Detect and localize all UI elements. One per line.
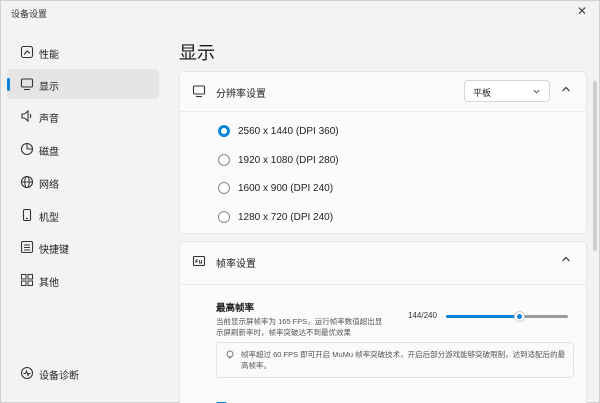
sidebar-item-label: 快捷键 (39, 245, 69, 256)
sidebar-item-label: 声音 (39, 114, 59, 125)
sidebar-item-other[interactable]: 其他 (7, 265, 159, 295)
phone-icon (20, 208, 34, 222)
sidebar-item-performance[interactable]: 性能 (7, 37, 159, 67)
page-title: 显示 (179, 43, 215, 63)
sidebar-item-disk[interactable]: 磁盘 (7, 134, 159, 164)
window-title: 设备设置 (11, 9, 48, 19)
close-icon[interactable]: ✕ (575, 4, 589, 18)
sidebar-item-label: 性能 (39, 50, 59, 61)
sidebar-item-label: 机型 (39, 213, 59, 224)
scrollbar[interactable] (593, 81, 597, 251)
globe-icon (20, 175, 34, 189)
disk-icon (20, 142, 34, 156)
resolution-option-label: 2560 x 1440 (DPI 360) (238, 125, 339, 137)
sidebar-item-label: 其他 (39, 278, 59, 289)
resolution-card: 分辨率设置 平板 2560 x 1440 (DPI 360) 1920 x 10… (179, 71, 587, 234)
radio-button[interactable] (218, 182, 230, 194)
slider-thumb[interactable] (514, 311, 525, 322)
sidebar-item-label: 设备诊断 (39, 371, 79, 382)
settings-window: 设备设置 ✕ 性能 显示 声音 磁盘 网络 机型 快捷键 其他 设备诊断 显示 … (0, 0, 600, 403)
sidebar-item-label: 网络 (39, 180, 59, 191)
radio-button[interactable] (218, 125, 230, 137)
grid-icon (20, 273, 34, 287)
performance-icon (20, 45, 34, 59)
sidebar-item-display[interactable]: 显示 (7, 69, 159, 99)
keyboard-icon (20, 240, 34, 254)
device-mode-select[interactable]: 平板 (464, 80, 550, 102)
resolution-option-label: 1600 x 900 (DPI 240) (238, 182, 334, 194)
diagnostics-icon (20, 366, 34, 380)
sidebar-item-sound[interactable]: 声音 (7, 101, 159, 131)
resolution-option-3[interactable]: 1600 x 900 (DPI 240) (218, 180, 333, 196)
max-framerate-description: 当前显示屏帧率为 165 FPS，运行帧率数值超出显示屏刷新率时，帧率突破达不到… (216, 317, 383, 337)
display-icon (20, 77, 34, 91)
chevron-down-icon (532, 87, 541, 96)
title-bar: 设备设置 ✕ (1, 1, 599, 23)
sidebar-item-diagnostics[interactable]: 设备诊断 (7, 358, 159, 388)
framerate-label: 帧率设置 (216, 259, 256, 270)
speaker-icon (20, 109, 34, 123)
main-content: 显示 分辨率设置 平板 2560 x 1440 (DPI 360) 1920 x… (165, 23, 587, 403)
radio-button[interactable] (218, 211, 230, 223)
sidebar: 性能 显示 声音 磁盘 网络 机型 快捷键 其他 设备诊断 (1, 37, 163, 402)
sidebar-item-device-model[interactable]: 机型 (7, 200, 159, 230)
fps-icon (192, 254, 206, 268)
sidebar-item-label: 磁盘 (39, 147, 59, 158)
max-framerate-title: 最高帧率 (216, 303, 255, 314)
monitor-icon (192, 84, 206, 98)
sidebar-item-label: 显示 (39, 82, 59, 93)
resolution-option-1[interactable]: 2560 x 1440 (DPI 360) (218, 123, 339, 139)
resolution-option-label: 1920 x 1080 (DPI 280) (238, 154, 339, 166)
framerate-card: 帧率设置 最高帧率 当前显示屏帧率为 165 FPS，运行帧率数值超出显示屏刷新… (179, 241, 587, 403)
resolution-option-4[interactable]: 1280 x 720 (DPI 240) (218, 209, 333, 225)
divider (180, 284, 586, 285)
resolution-card-header[interactable]: 分辨率设置 平板 (180, 72, 586, 110)
divider (180, 111, 586, 112)
framerate-tip: 帧率超过 60 FPS 即可开启 MuMu 帧率突破技术，开启后部分游戏能够突破… (216, 342, 574, 378)
framerate-value: 144/240 (408, 311, 437, 320)
resolution-option-2[interactable]: 1920 x 1080 (DPI 280) (218, 152, 339, 168)
chevron-up-icon[interactable] (560, 253, 574, 267)
device-mode-value: 平板 (473, 88, 492, 98)
framerate-slider[interactable] (446, 311, 568, 322)
resolution-label: 分辨率设置 (216, 89, 266, 100)
sidebar-item-shortcuts[interactable]: 快捷键 (7, 232, 159, 262)
tip-text: 帧率超过 60 FPS 即可开启 MuMu 帧率突破技术，开启后部分游戏能够突破… (241, 350, 566, 370)
resolution-option-label: 1280 x 720 (DPI 240) (238, 211, 334, 223)
sidebar-item-network[interactable]: 网络 (7, 167, 159, 197)
lightbulb-icon (225, 350, 235, 360)
chevron-up-icon[interactable] (560, 83, 574, 97)
radio-button[interactable] (218, 154, 230, 166)
slider-fill (446, 315, 519, 318)
framerate-card-header[interactable]: 帧率设置 (180, 242, 586, 280)
